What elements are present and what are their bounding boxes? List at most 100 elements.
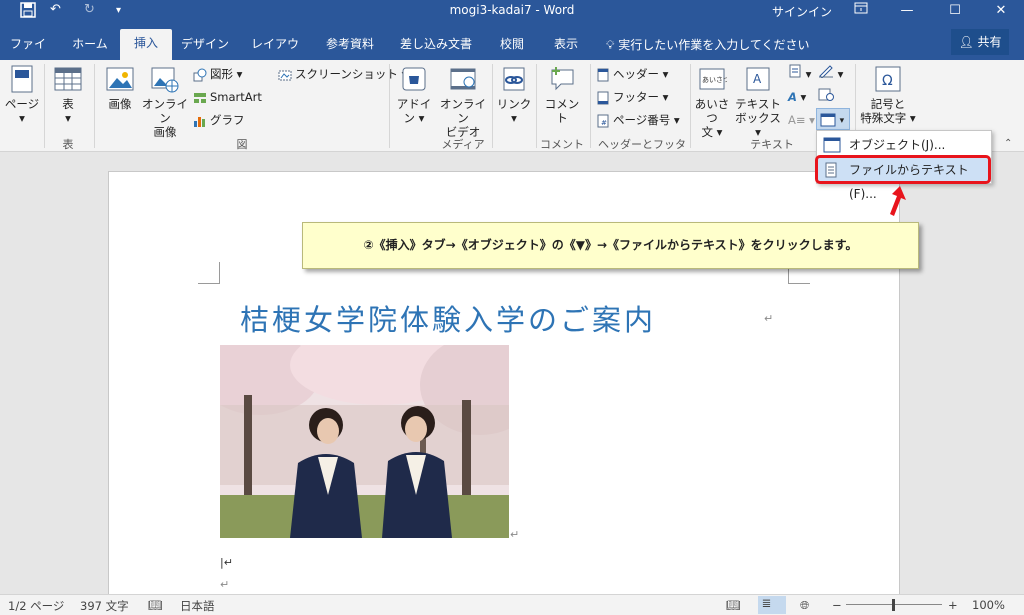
object-icon <box>820 113 836 126</box>
lightbulb-icon: 💡︎ <box>606 38 615 52</box>
zoom-slider-thumb[interactable] <box>892 599 895 611</box>
pages-button[interactable]: ページ ▾ <box>4 64 40 125</box>
crop-mark <box>198 262 220 284</box>
tab-home[interactable]: ホーム <box>66 31 114 60</box>
tell-me-placeholder: 実行したい作業を入力してください <box>618 38 810 52</box>
red-arrow-icon <box>890 186 906 216</box>
close-icon[interactable]: ✕ <box>978 0 1024 22</box>
share-button[interactable]: 👤︎ 共有 <box>951 29 1009 55</box>
maximize-icon[interactable]: ☐ <box>932 0 978 22</box>
highlight-box <box>815 155 991 184</box>
text-cursor: |↵ <box>220 556 233 569</box>
addins-button[interactable]: アドイン ▾ <box>394 64 434 125</box>
group-label-illustrations: 図 <box>236 138 248 151</box>
signin-link[interactable]: サインイン <box>772 3 832 20</box>
title-bar: ↶ ↻ ▾ mogi3-kadai7 - Word サインイン — ☐ ✕ <box>0 0 1024 22</box>
page-number-button[interactable]: # ページ番号 ▾ <box>596 110 680 130</box>
video-icon <box>450 68 476 90</box>
ribbon-display-options-icon[interactable] <box>838 0 884 22</box>
tab-file[interactable]: ファイル <box>8 31 48 77</box>
paragraph-mark: ↵ <box>220 578 230 591</box>
person-icon: 👤︎ <box>958 35 974 49</box>
screenshot-button[interactable]: スクリーンショット ▾ <box>278 64 407 84</box>
omega-icon: Ω <box>875 66 901 92</box>
zoom-level[interactable]: 100% <box>972 598 1005 612</box>
tab-view[interactable]: 表示 <box>548 31 584 60</box>
dropcap-icon[interactable]: A≡ ▾ <box>788 110 815 130</box>
quick-parts-icon[interactable]: ▾ <box>788 64 811 84</box>
zoom-in-icon[interactable]: + <box>948 598 958 612</box>
pictures-button[interactable]: 画像 <box>100 64 140 111</box>
footer-icon <box>597 91 609 104</box>
shapes-button[interactable]: 図形 ▾ <box>193 64 242 84</box>
header-button[interactable]: ヘッダー ▾ <box>596 64 668 84</box>
screenshot-icon <box>278 70 292 80</box>
tab-review[interactable]: 校閲 <box>494 31 530 60</box>
read-mode-icon[interactable]: 📖︎ <box>726 598 741 612</box>
status-bar: 1/2 ページ 397 文字 📖︎ 日本語 📖︎ ≣ 🌐︎ − + 100% <box>0 594 1024 615</box>
page-number-icon: # <box>597 114 609 127</box>
table-button[interactable]: 表 ▾ <box>50 64 86 125</box>
online-pictures-button[interactable]: オンライン 画像 <box>140 64 190 139</box>
tab-insert[interactable]: 挿入 <box>120 29 172 60</box>
menu-item-object[interactable]: オブジェクト(J)... <box>817 133 991 157</box>
language[interactable]: 日本語 <box>180 598 215 614</box>
group-separator <box>590 64 591 148</box>
tab-mailings[interactable]: 差し込み文書 <box>398 31 474 60</box>
group-label-table: 表 <box>62 138 74 151</box>
tab-layout[interactable]: レイアウト <box>246 31 304 77</box>
tab-design[interactable]: デザイン <box>180 31 230 60</box>
web-layout-icon[interactable]: 🌐︎ <box>800 598 809 613</box>
textbox-icon: A <box>746 67 770 91</box>
group-label-media: メディア <box>441 138 485 151</box>
greeting-icon: あいさつ <box>699 68 727 90</box>
smartart-button[interactable]: SmartArt <box>193 87 262 107</box>
online-picture-icon <box>151 67 179 93</box>
chart-icon <box>194 116 205 127</box>
minimize-icon[interactable]: — <box>884 0 930 22</box>
document-title: 桔梗女学院体験入学のご案内 <box>240 303 657 337</box>
object-button[interactable]: ▾ <box>816 108 850 130</box>
print-layout-icon[interactable]: ≣ <box>758 596 786 614</box>
word-count[interactable]: 397 文字 <box>80 598 129 614</box>
page-icon <box>11 65 33 93</box>
symbols-button[interactable]: Ω 記号と 特殊文字 ▾ <box>858 64 918 125</box>
object-icon <box>823 137 841 153</box>
wordart-icon[interactable]: A ▾ <box>788 87 806 107</box>
chart-button[interactable]: グラフ <box>193 110 245 130</box>
footer-button[interactable]: フッター ▾ <box>596 87 668 107</box>
collapse-ribbon-icon[interactable]: ⌃ <box>1004 138 1012 149</box>
header-icon <box>597 68 609 81</box>
tab-references[interactable]: 参考資料 <box>320 31 380 60</box>
proofing-icon[interactable]: 📖︎ <box>148 598 163 612</box>
group-label-comment: コメント <box>540 138 584 151</box>
shapes-icon <box>193 68 207 81</box>
smartart-icon <box>194 92 206 103</box>
group-separator <box>389 64 390 148</box>
paragraph-mark: ↵ <box>510 528 520 541</box>
svg-text:Ω: Ω <box>882 73 893 89</box>
zoom-out-icon[interactable]: − <box>832 598 842 612</box>
textbox-button[interactable]: A テキスト ボックス ▾ <box>734 64 782 139</box>
svg-text:#: # <box>601 119 607 127</box>
instruction-callout: ②《挿入》タブ→《オブジェクト》の《▼》→《ファイルからテキスト》をクリックしま… <box>302 222 919 269</box>
online-video-button[interactable]: オンライン ビデオ <box>438 64 488 139</box>
comment-button[interactable]: コメント <box>540 64 584 125</box>
signature-line-icon[interactable]: ▾ <box>818 64 843 84</box>
picture-icon <box>106 67 134 91</box>
table-icon <box>54 67 82 91</box>
svg-text:あいさつ: あいさつ <box>702 76 727 84</box>
group-separator <box>94 64 95 148</box>
group-separator <box>690 64 691 148</box>
ribbon-tab-bar: ファイル ホーム 挿入 デザイン レイアウト 参考資料 差し込み文書 校閲 表示… <box>0 22 1024 77</box>
group-separator <box>44 64 45 148</box>
object-dropdown-arrow-icon[interactable]: ▾ <box>840 116 845 126</box>
greeting-button[interactable]: あいさつ あいさつ文 ▾ <box>692 64 732 139</box>
link-button[interactable]: リンク ▾ <box>496 64 532 125</box>
tell-me-search[interactable]: 💡︎ 実行したい作業を入力してください <box>606 36 810 53</box>
comment-icon <box>551 67 574 91</box>
datetime-icon[interactable] <box>818 87 834 107</box>
page-count[interactable]: 1/2 ページ <box>8 598 64 614</box>
group-separator <box>536 64 537 148</box>
document-photo[interactable] <box>220 345 509 538</box>
